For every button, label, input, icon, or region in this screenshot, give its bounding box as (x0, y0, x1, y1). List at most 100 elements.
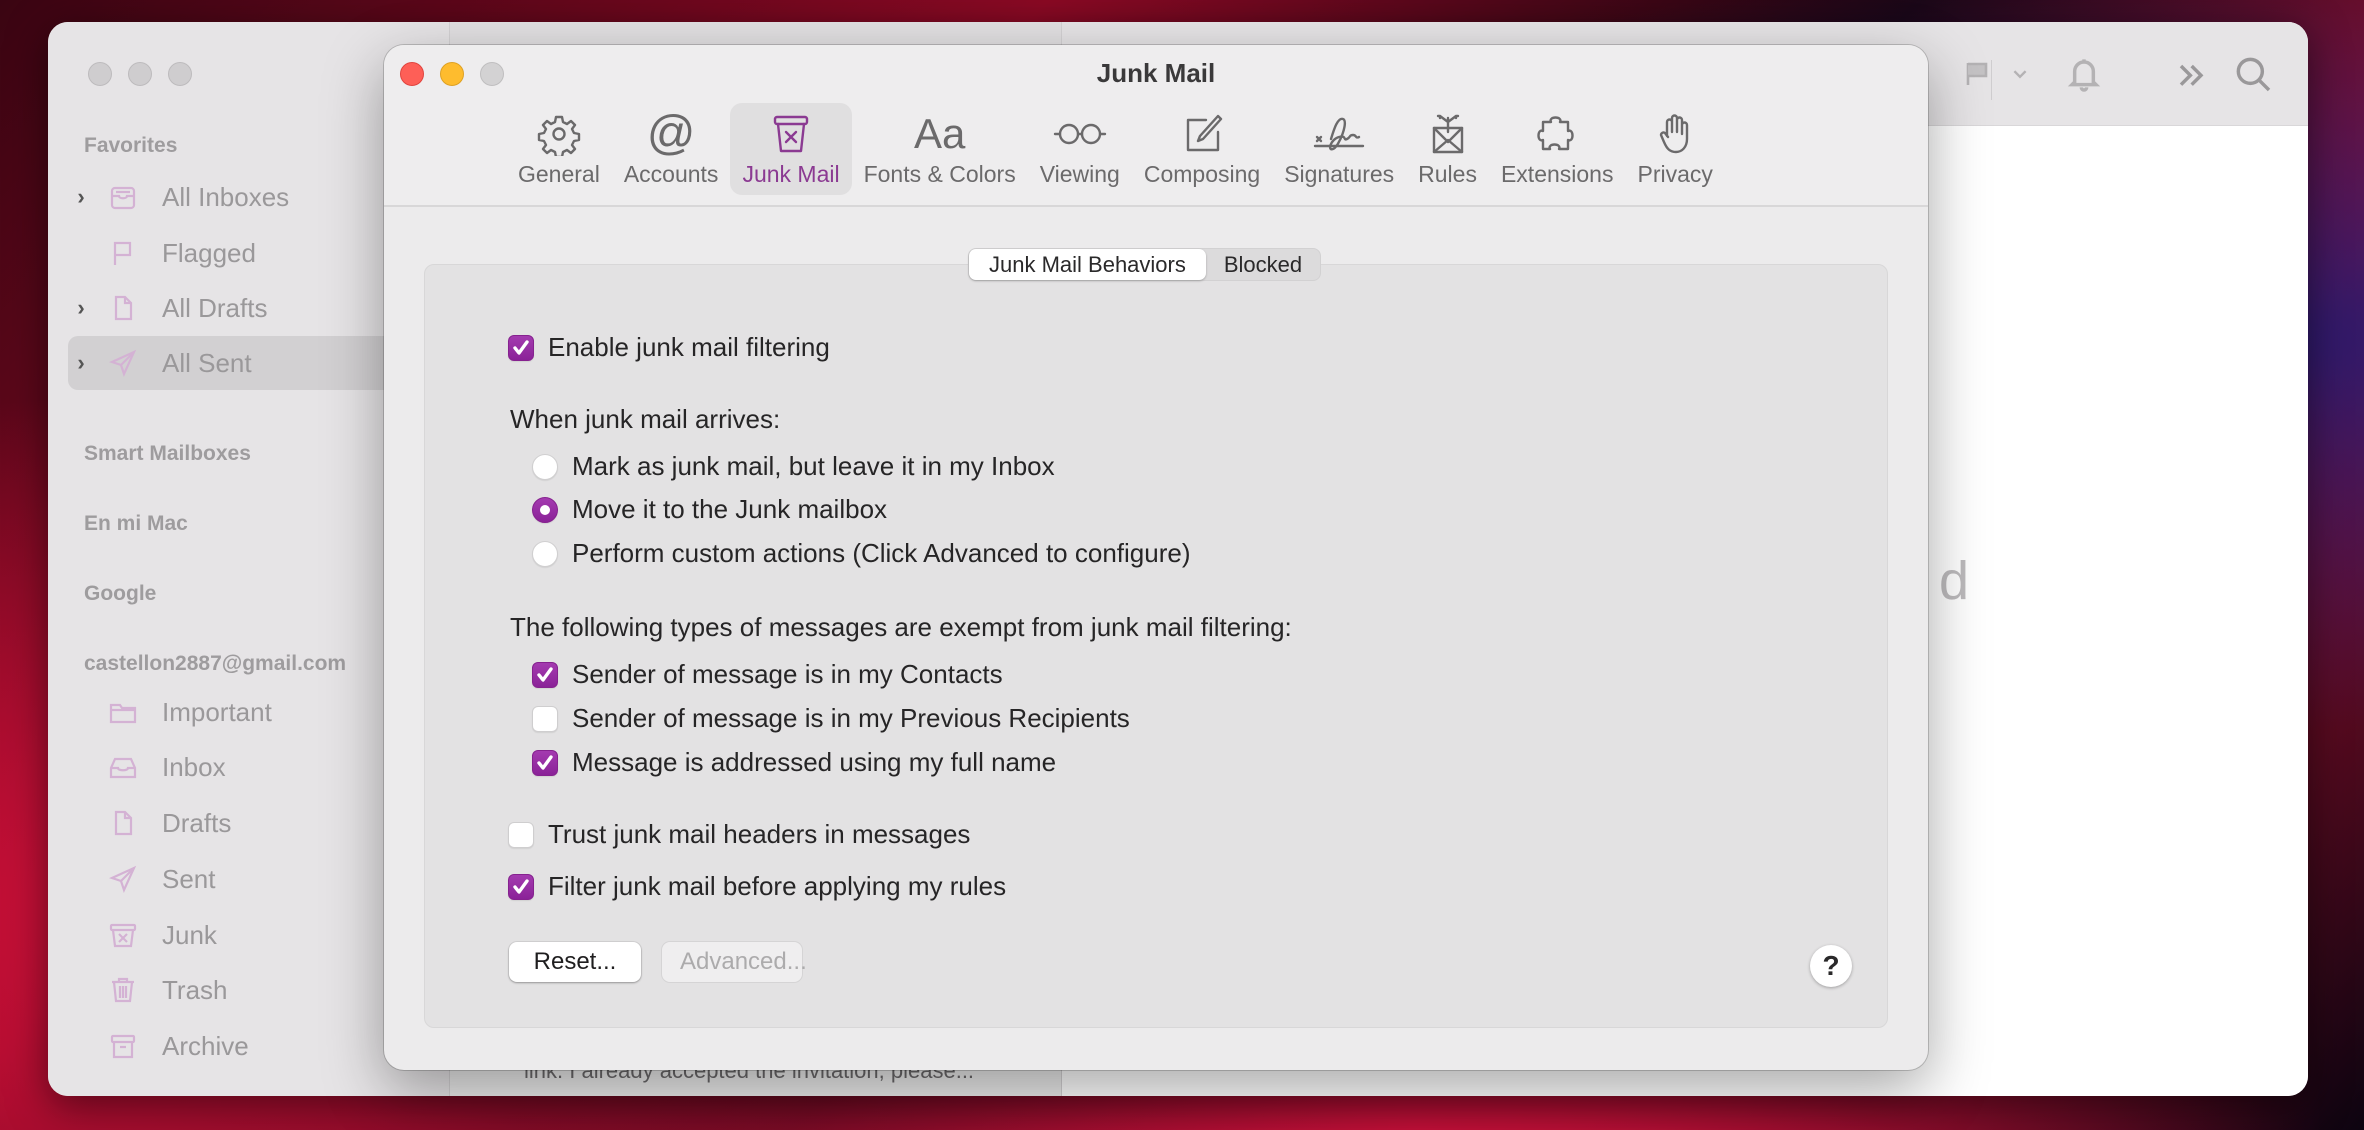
reset-button[interactable]: Reset... (509, 942, 641, 982)
tab-fonts-colors[interactable]: Aa Fonts & Colors (852, 103, 1028, 195)
radio-label: Move it to the Junk mailbox (572, 494, 888, 524)
filter-before-rules-checkbox[interactable]: Filter junk mail before applying my rule… (508, 871, 1006, 902)
tray-icon (100, 750, 146, 784)
chevron-right-icon[interactable]: › (68, 350, 94, 376)
radio-label: Perform custom actions (Click Advanced t… (572, 538, 1191, 568)
zoom-button[interactable] (168, 62, 192, 86)
tab-label: Privacy (1637, 161, 1713, 187)
preferences-dialog: Junk Mail General @ Accounts Junk Mail A… (384, 45, 1928, 1070)
junk-icon (763, 109, 819, 159)
sidebar-item-label: Drafts (162, 807, 232, 838)
tab-privacy[interactable]: Privacy (1625, 103, 1724, 195)
section-label: Google (84, 582, 157, 605)
tab-junk-mail[interactable]: Junk Mail (730, 103, 852, 195)
radio-selected[interactable] (532, 496, 558, 523)
checkbox-label: Message is addressed using my full name (572, 747, 1057, 777)
sidebar-item-label: Archive (162, 1030, 249, 1061)
segmented-control: Junk Mail Behaviors Blocked (968, 248, 1322, 281)
paperplane-icon (100, 346, 146, 380)
radio-move-to-junk[interactable]: Move it to the Junk mailbox (532, 494, 887, 525)
paperplane-icon (100, 862, 146, 896)
tab-signatures[interactable]: Signatures (1272, 103, 1406, 195)
checkbox-checked[interactable] (532, 749, 558, 776)
archive-icon (100, 1029, 146, 1063)
sidebar-item-label: Trash (162, 974, 228, 1005)
radio-custom-actions[interactable]: Perform custom actions (Click Advanced t… (532, 538, 1190, 569)
checkmark-icon (537, 754, 553, 770)
segment-junk-mail-behaviors[interactable]: Junk Mail Behaviors (969, 249, 1206, 280)
junk-settings-panel (424, 264, 1888, 1028)
trust-headers-checkbox[interactable]: Trust junk mail headers in messages (508, 819, 970, 850)
chevron-right-icon[interactable]: › (68, 295, 94, 321)
sidebar-section-favorites: Favorites (84, 134, 178, 157)
segment-blocked[interactable]: Blocked (1206, 249, 1320, 280)
compose-icon (1174, 109, 1230, 159)
radio-label: Mark as junk mail, but leave it in my In… (572, 451, 1055, 481)
tab-rules[interactable]: Rules (1406, 103, 1489, 195)
chevron-down-icon[interactable] (2006, 54, 2034, 94)
exempt-full-name-checkbox[interactable]: Message is addressed using my full name (532, 747, 1056, 778)
flag-menu-icon[interactable] (1962, 54, 1992, 94)
dialog-title: Junk Mail (1096, 58, 1216, 88)
tray-full-icon (100, 180, 146, 214)
signature-icon (1311, 109, 1367, 159)
sidebar-item-label: Flagged (162, 237, 256, 268)
advanced-button[interactable]: Advanced... (662, 942, 807, 982)
checkbox-label: Trust junk mail headers in messages (548, 819, 971, 849)
checkbox-unchecked[interactable] (508, 821, 534, 848)
radio-unselected[interactable] (532, 453, 558, 480)
exempt-contacts-checkbox[interactable]: Sender of message is in my Contacts (532, 659, 1003, 690)
close-button[interactable] (88, 62, 112, 86)
tab-accounts[interactable]: @ Accounts (612, 103, 731, 195)
radio-unselected[interactable] (532, 540, 558, 567)
overflow-chevrons-icon[interactable] (2173, 54, 2213, 94)
checkbox-unchecked[interactable] (532, 705, 558, 732)
sidebar-item-label: All Inboxes (162, 181, 290, 212)
checkbox-checked[interactable] (532, 661, 558, 688)
hand-icon (1647, 109, 1703, 159)
checkbox-checked[interactable] (508, 873, 534, 900)
radio-mark-as-junk[interactable]: Mark as junk mail, but leave it in my In… (532, 451, 1055, 482)
exempt-label: The following types of messages are exem… (510, 612, 1292, 642)
folder-icon (100, 695, 146, 729)
tab-label: Fonts & Colors (863, 161, 1016, 187)
exempt-previous-recipients-checkbox[interactable]: Sender of message is in my Previous Reci… (532, 703, 1130, 734)
chevron-right-icon[interactable]: › (68, 184, 94, 210)
tab-label: Viewing (1039, 161, 1120, 187)
checkmark-icon (513, 339, 529, 355)
checkbox-checked[interactable] (508, 334, 534, 361)
sidebar-section-account[interactable]: castellon2887@gmail.com (84, 652, 346, 676)
checkmark-icon (537, 666, 553, 682)
checkmark-icon (513, 878, 529, 894)
bell-icon[interactable] (2064, 54, 2104, 94)
tab-composing[interactable]: Composing (1132, 103, 1272, 195)
tab-extensions[interactable]: Extensions (1489, 103, 1626, 195)
doc-icon (100, 291, 146, 325)
no-message-placeholder: d (1939, 551, 1970, 611)
tab-viewing[interactable]: Viewing (1028, 103, 1132, 195)
checkbox-label: Sender of message is in my Contacts (572, 659, 1003, 689)
toolbar-divider (1991, 60, 1992, 100)
checkbox-label: Sender of message is in my Previous Reci… (572, 703, 1130, 733)
preferences-toolbar: Junk Mail General @ Accounts Junk Mail A… (384, 45, 1928, 207)
tab-general[interactable]: General (506, 103, 612, 195)
sidebar-section-on-my-mac[interactable]: En mi Mac (84, 512, 188, 536)
sidebar-item-label: Sent (162, 863, 216, 894)
trash-icon (100, 973, 146, 1007)
sidebar-item-label: Inbox (162, 751, 226, 782)
enable-filtering-checkbox[interactable]: Enable junk mail filtering (508, 332, 830, 363)
window-controls-inactive (88, 62, 192, 86)
tab-label: Composing (1143, 161, 1261, 187)
doc-icon (100, 806, 146, 840)
sidebar-item-label: Junk (162, 919, 217, 950)
tab-label: Signatures (1284, 161, 1395, 187)
search-icon[interactable] (2233, 54, 2273, 94)
at-sign-icon: @ (646, 107, 696, 160)
help-button[interactable]: ? (1810, 945, 1852, 987)
sidebar-item-label: All Drafts (162, 292, 268, 323)
minimize-button[interactable] (128, 62, 152, 86)
sidebar-section-smart-mailboxes[interactable]: Smart Mailboxes (84, 442, 251, 466)
when-arrives-label: When junk mail arrives: (510, 404, 781, 434)
flag-icon (100, 236, 146, 270)
tab-label: General (518, 161, 600, 187)
